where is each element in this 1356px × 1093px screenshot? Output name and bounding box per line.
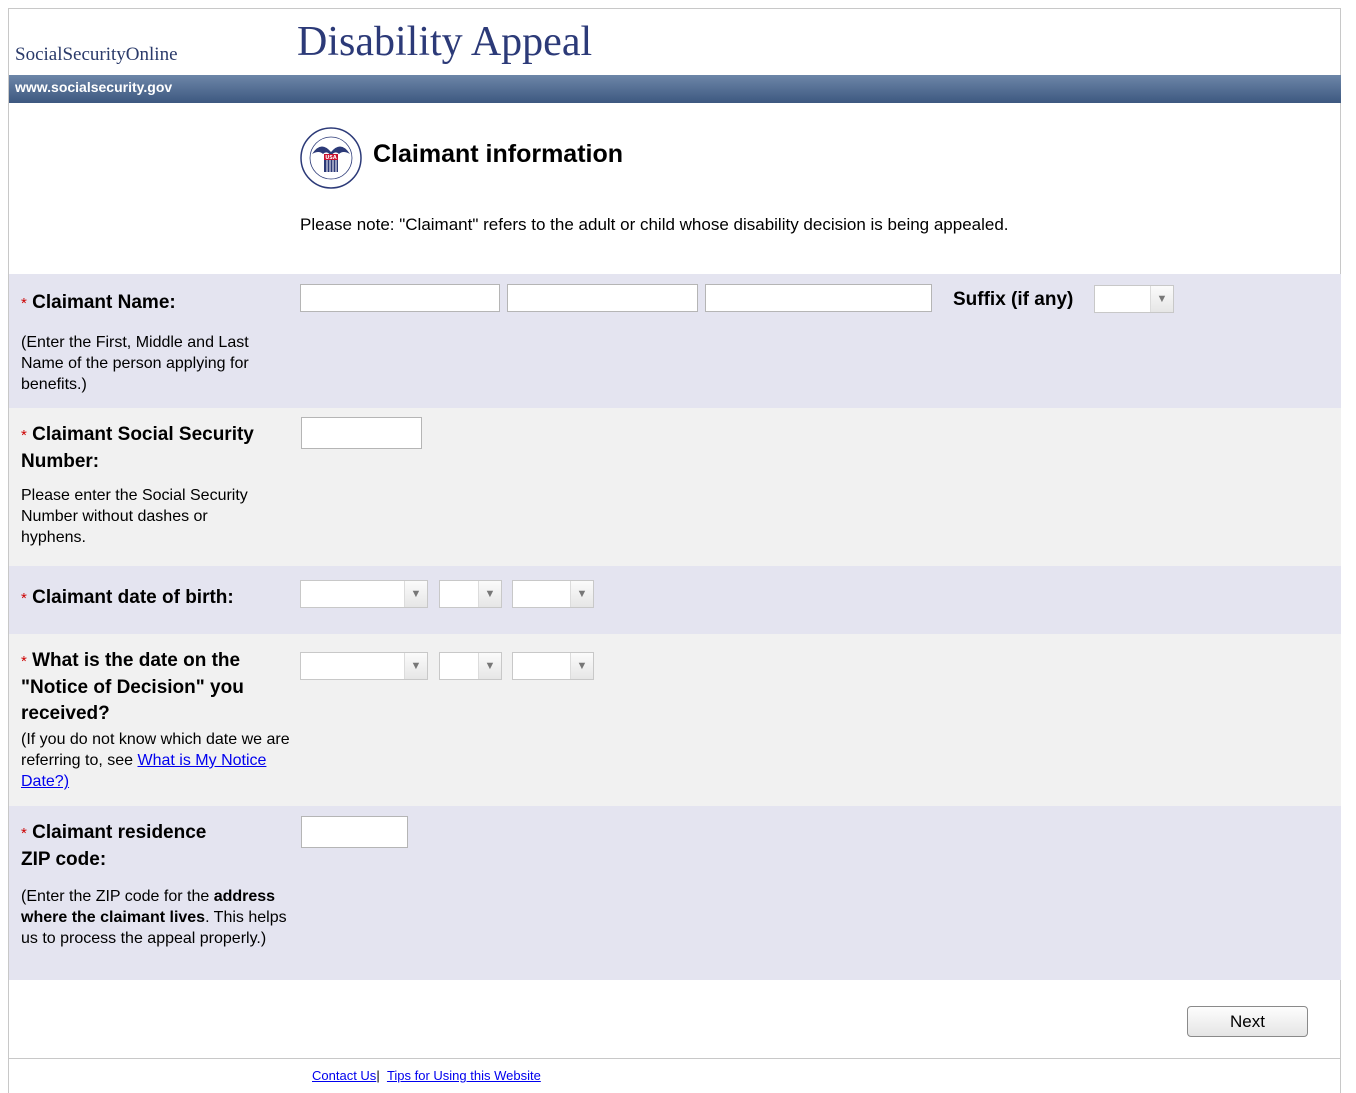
required-marker: * — [21, 590, 27, 607]
notice-month-select[interactable]: ▼ — [300, 652, 428, 680]
page-title: Disability Appeal — [297, 19, 593, 65]
required-marker: * — [21, 295, 27, 312]
first-name-input[interactable] — [300, 284, 500, 312]
dob-month-select[interactable]: ▼ — [300, 580, 428, 608]
section-title: Claimant information — [373, 140, 624, 168]
claimant-dob-row: * Claimant date of birth: ▼ ▼ ▼ — [9, 566, 1341, 634]
claimant-zip-row: * Claimant residence ZIP code: (Enter the… — [9, 806, 1341, 980]
ssa-seal-icon: USA — [300, 127, 362, 189]
claimant-dob-label: * Claimant date of birth: — [21, 585, 234, 612]
claimant-name-label: * Claimant Name: — [21, 290, 176, 317]
url-bar: www.socialsecurity.gov — [9, 75, 1341, 103]
required-marker: * — [21, 427, 27, 444]
footer-separator: | — [376, 1068, 380, 1083]
claimant-ssn-label: * Claimant Social Security Number: — [21, 422, 291, 475]
claimant-ssn-help: Please enter the Social Security Number … — [21, 487, 248, 546]
claimant-ssn-row: * Claimant Social Security Number: Pleas… — [9, 408, 1341, 566]
dob-year-select[interactable]: ▼ — [512, 580, 594, 608]
required-marker: * — [21, 825, 27, 842]
claimant-zip-help: (Enter the ZIP code for the address wher… — [21, 886, 296, 949]
last-name-input[interactable] — [705, 284, 932, 312]
footer-divider — [9, 1058, 1341, 1059]
chevron-down-icon: ▼ — [478, 581, 501, 607]
chevron-down-icon: ▼ — [478, 653, 501, 679]
chevron-down-icon: ▼ — [404, 653, 427, 679]
notice-day-select[interactable]: ▼ — [439, 652, 502, 680]
notice-date-row: * What is the date on the "Notice of Dec… — [9, 634, 1341, 806]
chevron-down-icon: ▼ — [570, 653, 593, 679]
next-button[interactable]: Next — [1187, 1006, 1308, 1037]
notice-date-label: * What is the date on the "Notice of Dec… — [21, 648, 291, 727]
footer-links: Contact Us| Tips for Using this Website — [312, 1068, 541, 1083]
dob-day-select[interactable]: ▼ — [439, 580, 502, 608]
notice-date-label-text: What is the date on the "Notice of Decis… — [21, 650, 244, 724]
chevron-down-icon: ▼ — [570, 581, 593, 607]
ssn-input[interactable] — [301, 417, 422, 449]
suffix-label: Suffix (if any) — [953, 289, 1074, 310]
contact-us-link[interactable]: Contact Us — [312, 1068, 376, 1083]
claimant-name-row: * Claimant Name: (Enter the First, Middl… — [9, 274, 1341, 408]
tips-link[interactable]: Tips for Using this Website — [387, 1068, 541, 1083]
site-brand[interactable]: SocialSecurityOnline — [15, 44, 178, 66]
claimant-dob-label-text: Claimant date of birth: — [32, 587, 234, 608]
middle-name-input[interactable] — [507, 284, 698, 312]
suffix-select[interactable]: ▼ — [1094, 285, 1174, 313]
claimant-zip-label-line2: ZIP code: — [21, 849, 107, 870]
zip-input[interactable] — [301, 816, 408, 848]
claimant-ssn-label-text: Claimant Social Security Number: — [21, 424, 254, 472]
claimant-name-help: (Enter the First, Middle and Last Name o… — [21, 334, 249, 393]
site-url[interactable]: www.socialsecurity.gov — [15, 79, 172, 95]
claimant-name-label-text: Claimant Name: — [32, 292, 176, 313]
required-marker: * — [21, 653, 27, 670]
claimant-note: Please note: "Claimant" refers to the ad… — [300, 215, 1009, 234]
notice-year-select[interactable]: ▼ — [512, 652, 594, 680]
chevron-down-icon: ▼ — [404, 581, 427, 607]
chevron-down-icon: ▼ — [1150, 286, 1173, 312]
zip-help-pre: (Enter the ZIP code for the — [21, 888, 214, 905]
claimant-zip-label-line1: Claimant residence — [32, 822, 207, 843]
claimant-zip-label: * Claimant residence ZIP code: — [21, 820, 206, 873]
notice-date-help: (If you do not know which date we are re… — [21, 729, 296, 792]
